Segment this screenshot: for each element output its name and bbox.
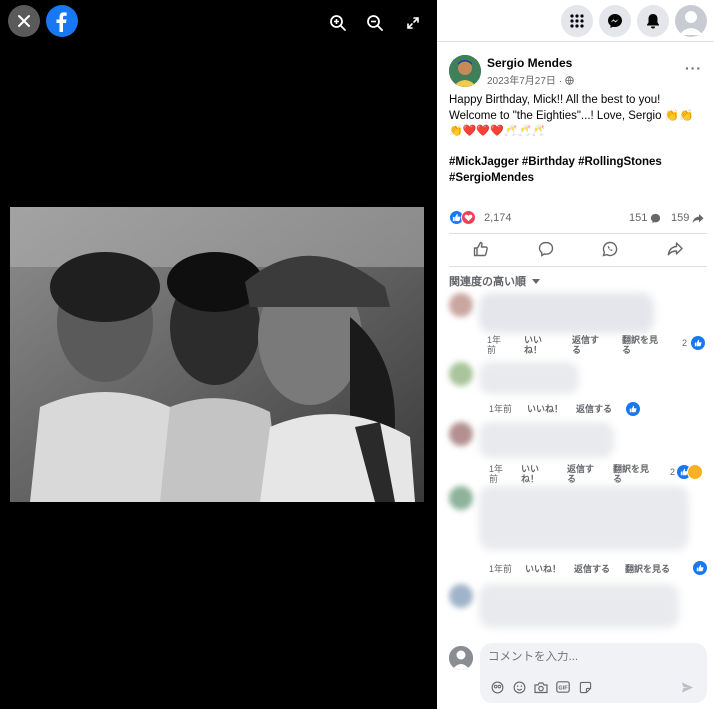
comment-reply-button[interactable]: 返信する: [574, 564, 610, 574]
love-reaction-icon: [461, 210, 476, 225]
comment-time[interactable]: 1年前: [489, 564, 512, 574]
post-hashtags[interactable]: #MickJagger #Birthday #RollingStones #Se…: [449, 154, 707, 186]
share-button[interactable]: [667, 241, 683, 262]
like-button[interactable]: [473, 241, 489, 262]
comment-translate-button[interactable]: 翻訳を見 る: [613, 464, 649, 484]
comment-item: [449, 584, 707, 634]
comment-icon: [538, 241, 553, 257]
comment-bubble: [479, 362, 579, 394]
comment-sort-dropdown[interactable]: 関連度の高い順: [449, 273, 541, 289]
comment-bubble-icon: [651, 213, 661, 223]
comment-reply-button[interactable]: 返信す る: [572, 335, 599, 355]
fullscreen-icon: [407, 17, 419, 29]
share-count-text: 159: [671, 212, 690, 224]
send-icon[interactable]: [680, 680, 694, 694]
reaction-summary: 2,174 151 159: [449, 210, 707, 228]
author-avatar[interactable]: [449, 55, 481, 87]
notifications-button[interactable]: [637, 5, 669, 37]
post-options-button[interactable]: ···: [685, 60, 702, 76]
share-count[interactable]: 159: [671, 212, 704, 224]
commenter-avatar[interactable]: [449, 486, 473, 510]
close-button[interactable]: [8, 5, 40, 37]
zoom-out-icon: [367, 15, 383, 31]
post-author[interactable]: Sergio Mendes: [487, 56, 572, 70]
post-date-text: 2023年7月27日 ·: [487, 76, 565, 87]
post-date[interactable]: 2023年7月27日 ·: [487, 72, 574, 87]
zoom-in-button[interactable]: [327, 12, 349, 34]
comment-like-button[interactable]: いいね！: [525, 564, 561, 574]
like-reaction-icon: [693, 561, 707, 575]
close-icon: [18, 15, 30, 27]
account-avatar[interactable]: [675, 5, 707, 37]
comment-bubble: [479, 293, 654, 333]
divider: [449, 266, 707, 267]
post-actions: [449, 239, 707, 263]
comment-item: 1年 前 いい ね！ 返信す る 翻訳を見 る 2: [449, 293, 707, 359]
comment-time[interactable]: 1年前: [489, 404, 512, 414]
comment-like-button[interactable]: いい ね！: [524, 335, 542, 355]
comment-composer: GIF: [480, 643, 707, 703]
camera-icon[interactable]: [534, 680, 548, 694]
comment-item: 1年 前 いい ね！ 返信す る 翻訳を見 る 2: [449, 422, 707, 484]
svg-text:GIF: GIF: [558, 686, 568, 692]
comment-bubble: [479, 422, 614, 458]
thumbs-up-icon: [474, 241, 489, 256]
messenger-icon: [608, 14, 622, 28]
menu-button[interactable]: [561, 5, 593, 37]
sticker-icon[interactable]: [578, 680, 592, 694]
fullscreen-button[interactable]: [402, 12, 424, 34]
comment-reply-button[interactable]: 返信する: [576, 404, 612, 414]
sort-label: 関連度の高い順: [449, 276, 526, 288]
comment-item: 1年前 いいね！ 返信する: [449, 362, 707, 416]
care-reaction-icon: [687, 464, 703, 480]
post-text: Happy Birthday, Mick!! All the best to y…: [449, 94, 694, 122]
comment-bubble: [479, 486, 689, 550]
like-reaction-icon: [626, 402, 640, 416]
comment-bubble: [479, 584, 679, 628]
comment-item: 1年前 いいね！ 返信する 翻訳を見る: [449, 486, 707, 578]
divider: [449, 233, 707, 234]
comment-count-text: 151: [629, 212, 648, 224]
zoom-out-button[interactable]: [364, 12, 386, 34]
comment-count[interactable]: 151: [629, 212, 661, 224]
whatsapp-icon: [602, 241, 618, 257]
like-reaction-icon: [691, 336, 705, 350]
reaction-count[interactable]: 2,174: [484, 212, 512, 224]
comment-reaction-count[interactable]: 2: [682, 338, 687, 348]
bell-icon: [647, 14, 659, 29]
zoom-in-icon: [330, 15, 346, 31]
top-bar: [437, 0, 714, 42]
gif-icon[interactable]: GIF: [556, 680, 570, 694]
comment-time[interactable]: 1年 前: [489, 464, 503, 484]
comment-button[interactable]: [538, 241, 554, 262]
reaction-icons[interactable]: [449, 210, 476, 225]
globe-icon: [565, 76, 574, 85]
share-icon: [667, 241, 683, 255]
post-photo[interactable]: [10, 207, 424, 502]
user-avatar[interactable]: [449, 646, 473, 670]
commenter-avatar[interactable]: [449, 362, 473, 386]
comment-translate-button[interactable]: 翻訳を見 る: [622, 335, 658, 355]
caret-down-icon: [532, 279, 541, 284]
share-arrow-icon: [692, 213, 704, 223]
avatar-sticker-icon[interactable]: [490, 680, 504, 694]
comment-like-button[interactable]: いいね！: [527, 404, 563, 414]
emoji-icon[interactable]: [512, 680, 526, 694]
comment-like-button[interactable]: いい ね！: [521, 464, 539, 484]
post-emoji-line: 👏❤️❤️❤️🥂🥂🥂: [449, 125, 545, 137]
post-panel: Sergio Mendes 2023年7月27日 · ··· Happy Bir…: [437, 0, 714, 709]
comment-reply-button[interactable]: 返信す る: [567, 464, 594, 484]
comment-input[interactable]: [488, 651, 688, 663]
commenter-avatar[interactable]: [449, 584, 473, 608]
commenter-avatar[interactable]: [449, 422, 473, 446]
comment-reaction-count[interactable]: 2: [670, 467, 675, 477]
comment-time[interactable]: 1年 前: [487, 335, 501, 355]
whatsapp-share-button[interactable]: [602, 241, 618, 262]
commenter-avatar[interactable]: [449, 293, 473, 317]
comment-translate-button[interactable]: 翻訳を見る: [625, 564, 670, 574]
facebook-logo-icon[interactable]: [46, 5, 78, 37]
messenger-button[interactable]: [599, 5, 631, 37]
photo-viewer: [0, 0, 437, 709]
menu-grid-icon: [570, 14, 584, 28]
